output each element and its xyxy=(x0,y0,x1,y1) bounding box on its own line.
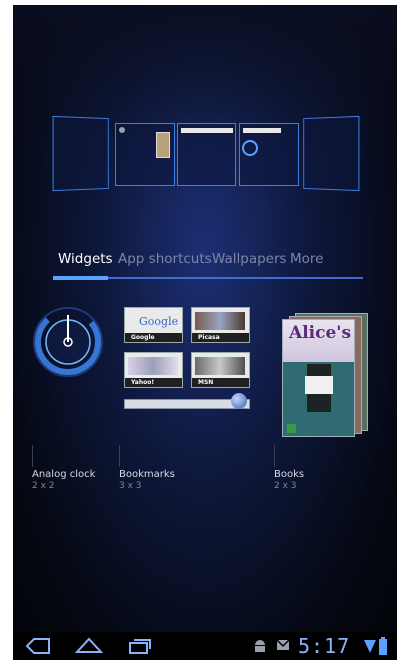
home-screen-preview-3[interactable] xyxy=(177,123,236,186)
battery-icon xyxy=(379,637,387,655)
widget-books[interactable]: Alice's xyxy=(279,307,379,437)
widget-tabs: Widgets App shortcuts Wallpapers More xyxy=(53,251,363,281)
widget-size-books: 2 x 3 xyxy=(274,481,297,491)
bookmark-thumb-google: Google Google xyxy=(124,307,183,343)
widget-label-bookmarks: Bookmarks xyxy=(119,469,175,480)
globe-icon xyxy=(231,393,247,409)
active-tab-indicator xyxy=(53,276,108,280)
google-logo: Google xyxy=(139,315,179,328)
books-app-icon xyxy=(287,424,296,433)
wifi-icon xyxy=(364,640,376,653)
divider xyxy=(119,445,120,467)
picasa-photos xyxy=(195,312,245,330)
bookmark-thumb-msn: MSN xyxy=(191,352,250,388)
recent-apps-icon[interactable] xyxy=(127,637,153,655)
tab-app-shortcuts[interactable]: App shortcuts xyxy=(118,251,212,267)
divider xyxy=(32,445,33,467)
mini-widget xyxy=(156,132,170,158)
book-cover-stockings xyxy=(305,376,333,394)
android-icon xyxy=(255,640,265,652)
mini-bar xyxy=(243,128,281,133)
bookmark-thumb-picasa: Picasa xyxy=(191,307,250,343)
bookmark-thumb-yahoo: Yahoo! xyxy=(124,352,183,388)
widget-label-books: Books xyxy=(274,469,305,480)
bookmark-msn-label: MSN xyxy=(192,378,249,387)
gmail-icon xyxy=(276,639,290,650)
tab-more[interactable]: More xyxy=(290,251,323,267)
bookmark-yahoo-label: Yahoo! xyxy=(125,378,182,387)
home-screen-preview-1[interactable] xyxy=(52,115,109,192)
widget-size-bookmarks: 3 x 3 xyxy=(119,481,142,491)
bookmark-picasa-label: Picasa xyxy=(192,333,249,342)
home-screen-preview-5[interactable] xyxy=(303,115,360,192)
widget-analog-clock[interactable] xyxy=(31,305,106,380)
widget-size-analog-clock: 2 x 2 xyxy=(32,481,55,491)
book-cover-alice: Alice's xyxy=(282,319,355,437)
msn-content xyxy=(195,357,245,375)
status-clock: 5:17 xyxy=(298,634,351,658)
home-icon[interactable] xyxy=(75,636,103,654)
widget-label-analog-clock: Analog clock xyxy=(32,469,96,480)
book-title: Alice's xyxy=(289,323,352,343)
tab-widgets[interactable]: Widgets xyxy=(58,251,113,267)
screen: Widgets App shortcuts Wallpapers More An… xyxy=(13,5,397,660)
mini-clock-icon xyxy=(242,140,258,156)
tab-wallpapers[interactable]: Wallpapers xyxy=(212,251,287,267)
mini-app-icon xyxy=(119,127,125,133)
back-icon[interactable] xyxy=(25,637,51,655)
analog-clock-icon xyxy=(33,307,103,377)
divider xyxy=(274,445,275,467)
bookmark-google-label: Google xyxy=(125,333,182,342)
yahoo-content xyxy=(128,357,178,375)
widget-bookmarks[interactable]: Google Google Picasa Yahoo! MSN xyxy=(124,307,254,417)
home-screen-preview-2[interactable] xyxy=(115,123,175,186)
home-screen-preview-4[interactable] xyxy=(239,123,299,186)
mini-search-bar xyxy=(181,128,233,133)
